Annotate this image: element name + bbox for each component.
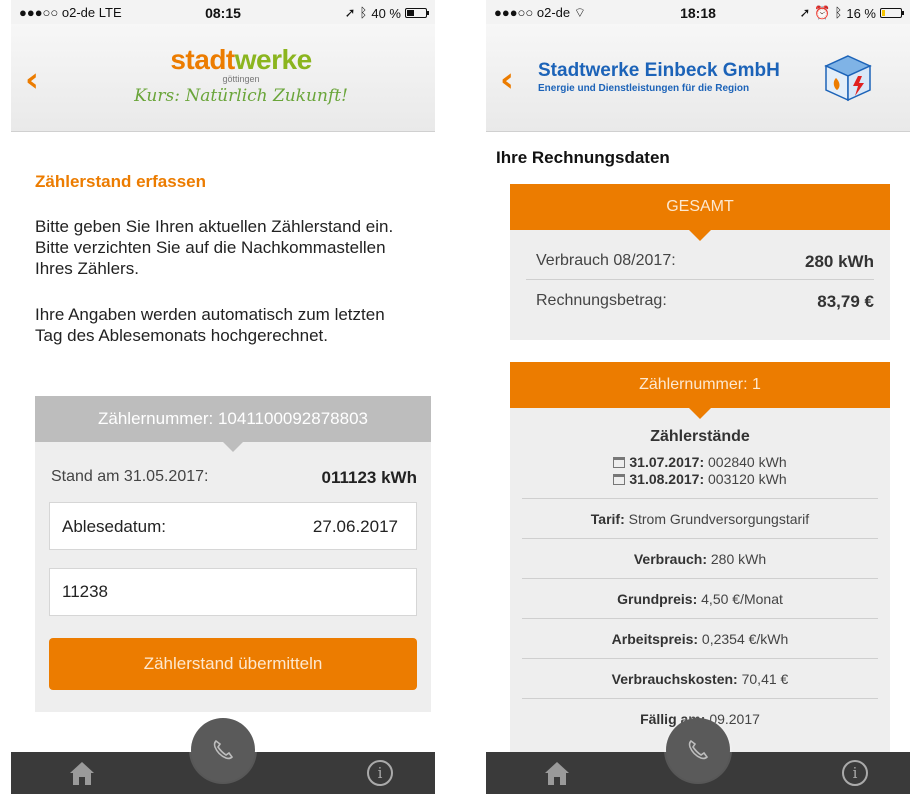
invoice-amount-row: Rechnungsbetrag: 83,79 € bbox=[526, 280, 874, 320]
battery-percent: 40 % bbox=[371, 5, 401, 21]
location-arrow-icon: ➚ bbox=[799, 5, 811, 20]
meter-number-header: Zählernummer: 1 bbox=[510, 362, 890, 419]
info-icon[interactable]: i bbox=[367, 760, 393, 786]
nav-bar: ‹ stadtwerke göttingen Kurs: Natürlich Z… bbox=[11, 24, 435, 132]
location-arrow-icon: ➚ bbox=[344, 5, 356, 20]
last-reading-row: Stand am 31.05.2017: 011123 kWh bbox=[51, 468, 417, 487]
stadtwerke-goettingen-logo: stadtwerke göttingen Kurs: Natürlich Zuk… bbox=[131, 44, 351, 106]
last-reading-label: Stand am 31.05.2017: bbox=[51, 468, 209, 485]
logo-wordmark: stadtwerke bbox=[170, 44, 312, 75]
instruction-text: Bitte geben Sie Ihren aktuellen Zählerst… bbox=[35, 217, 394, 278]
nav-bar: ‹ Stadtwerke Einbeck GmbH Energie und Di… bbox=[486, 24, 910, 132]
logo-slogan: Kurs: Natürlich Zukunft! bbox=[134, 86, 348, 106]
consumption-row: Verbrauch 08/2017: 280 kWh bbox=[526, 240, 874, 280]
meter-reading-input[interactable] bbox=[50, 569, 416, 615]
stadtwerke-einbeck-logo: Stadtwerke Einbeck GmbH Energie und Dien… bbox=[538, 60, 780, 94]
invoice-screen: ●●●○○ o2-de ⌔ 18:18 ➚ ⏰ ᛒ 16 % ‹ Stadtwe… bbox=[486, 0, 910, 794]
readings-list: 31.07.2017: 002840 kWh 31.08.2017: 00312… bbox=[510, 446, 890, 498]
page-title: Ihre Rechnungsdaten bbox=[496, 148, 670, 167]
consumption-detail-row: Verbrauch: 280 kWh bbox=[522, 538, 878, 578]
reading-date-label: Ablesedatum: bbox=[62, 517, 166, 536]
invoice-amount-label: Rechnungsbetrag: bbox=[536, 292, 667, 309]
bluetooth-icon: ᛒ bbox=[834, 5, 843, 21]
consumption-value: 280 kWh bbox=[805, 252, 874, 271]
home-icon[interactable] bbox=[67, 758, 97, 788]
total-card: GESAMT Verbrauch 08/2017: 280 kWh Rechnu… bbox=[510, 184, 890, 340]
reading-date-value[interactable]: 27.06.2017 bbox=[313, 517, 398, 537]
bluetooth-icon: ᛒ bbox=[359, 5, 368, 21]
meter-reading-screen: ●●●○○ o2-de LTE 08:15 ➚ ᛒ 40 % ‹ stadtwe… bbox=[11, 0, 435, 794]
battery-icon bbox=[405, 8, 429, 18]
content: Zählerstand erfassen Bitte geben Sie Ihr… bbox=[11, 132, 435, 794]
phone-icon bbox=[213, 739, 234, 760]
total-header: GESAMT bbox=[510, 184, 890, 241]
battery-icon bbox=[880, 8, 904, 18]
info-icon[interactable]: i bbox=[842, 760, 868, 786]
status-right: ➚ ⏰ ᛒ 16 % bbox=[799, 5, 904, 21]
energy-cube-icon bbox=[824, 55, 872, 102]
consumption-label: Verbrauch 08/2017: bbox=[536, 252, 676, 269]
battery-percent: 16 % bbox=[846, 5, 876, 21]
reading-item: 31.08.2017: 003120 kWh bbox=[510, 471, 890, 488]
call-button[interactable] bbox=[191, 718, 255, 782]
invoice-amount-value: 83,79 € bbox=[817, 292, 874, 311]
total-rows: Verbrauch 08/2017: 280 kWh Rechnungsbetr… bbox=[510, 230, 890, 320]
logo-tagline: Energie und Dienstleistungen für die Reg… bbox=[538, 83, 750, 94]
home-icon[interactable] bbox=[542, 758, 572, 788]
submit-reading-button[interactable]: Zählerstand übermitteln bbox=[49, 638, 417, 690]
back-chevron-icon[interactable]: ‹ bbox=[500, 60, 514, 100]
extrapolation-note: Ihre Angaben werden automatisch zum letz… bbox=[35, 305, 385, 345]
meter-reading-field[interactable] bbox=[49, 568, 417, 616]
call-button[interactable] bbox=[666, 718, 730, 782]
meter-card: Zählernummer: 1041100092878803 Stand am … bbox=[35, 396, 431, 712]
calendar-icon bbox=[613, 457, 626, 468]
meter-number-header: Zählernummer: 1041100092878803 bbox=[35, 396, 431, 452]
calendar-icon bbox=[613, 474, 626, 485]
alarm-icon: ⏰ bbox=[814, 5, 831, 21]
meter-card: Zählernummer: 1 Zählerstände 31.07.2017:… bbox=[510, 362, 890, 762]
unit-price-row: Arbeitspreis: 0,2354 €/kWh bbox=[522, 618, 878, 658]
page-title: Zählerstand erfassen bbox=[35, 172, 207, 191]
phone-icon bbox=[688, 739, 709, 760]
status-bar: ●●●○○ o2-de ⌔ 18:18 ➚ ⏰ ᛒ 16 % bbox=[486, 0, 910, 24]
base-price-row: Grundpreis: 4,50 €/Monat bbox=[522, 578, 878, 618]
tariff-row: Tarif: Strom Grundversorgungstarif bbox=[522, 498, 878, 538]
logo-city: göttingen bbox=[222, 74, 260, 84]
consumption-cost-row: Verbrauchskosten: 70,41 € bbox=[522, 658, 878, 698]
status-right: ➚ ᛒ 40 % bbox=[344, 5, 429, 21]
status-bar: ●●●○○ o2-de LTE 08:15 ➚ ᛒ 40 % bbox=[11, 0, 435, 24]
back-chevron-icon[interactable]: ‹ bbox=[25, 60, 39, 100]
reading-date-field[interactable]: Ablesedatum: 27.06.2017 bbox=[49, 502, 417, 550]
last-reading-value: 011123 kWh bbox=[321, 468, 417, 487]
logo-wordmark: Stadtwerke Einbeck GmbH bbox=[538, 60, 780, 81]
reading-item: 31.07.2017: 002840 kWh bbox=[510, 454, 890, 471]
